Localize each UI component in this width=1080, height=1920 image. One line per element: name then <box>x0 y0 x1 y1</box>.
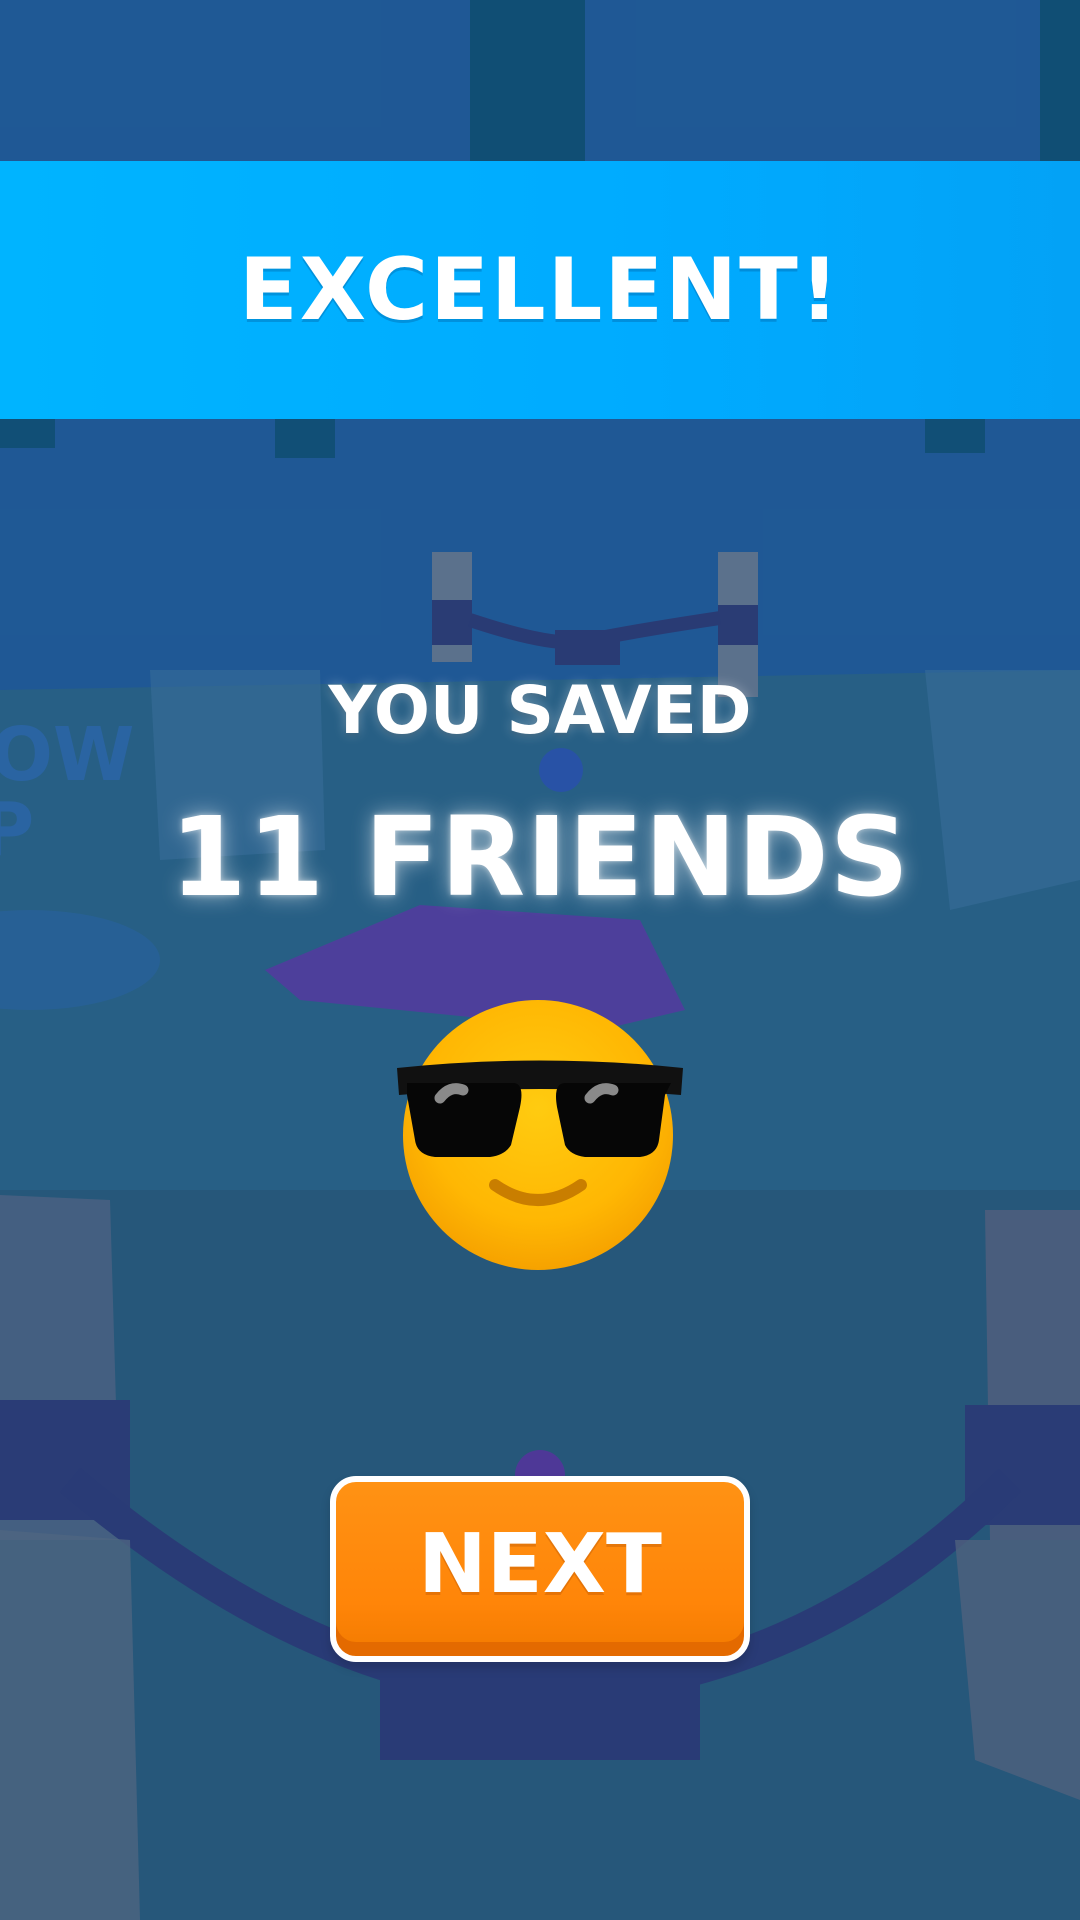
level-complete-screen: OW P EXCELLENT! YOU SAVED 11 FRIENDS NEX… <box>0 0 1080 1920</box>
next-button[interactable]: NEXT <box>330 1476 750 1662</box>
saved-label: YOU SAVED <box>328 672 752 749</box>
banner-title: EXCELLENT! <box>238 240 842 340</box>
friends-count: 11 FRIENDS <box>170 793 910 921</box>
next-button-label: NEXT <box>418 1516 662 1612</box>
result-banner: EXCELLENT! <box>0 161 1080 419</box>
smiling-face-with-sunglasses-icon <box>397 1000 683 1270</box>
